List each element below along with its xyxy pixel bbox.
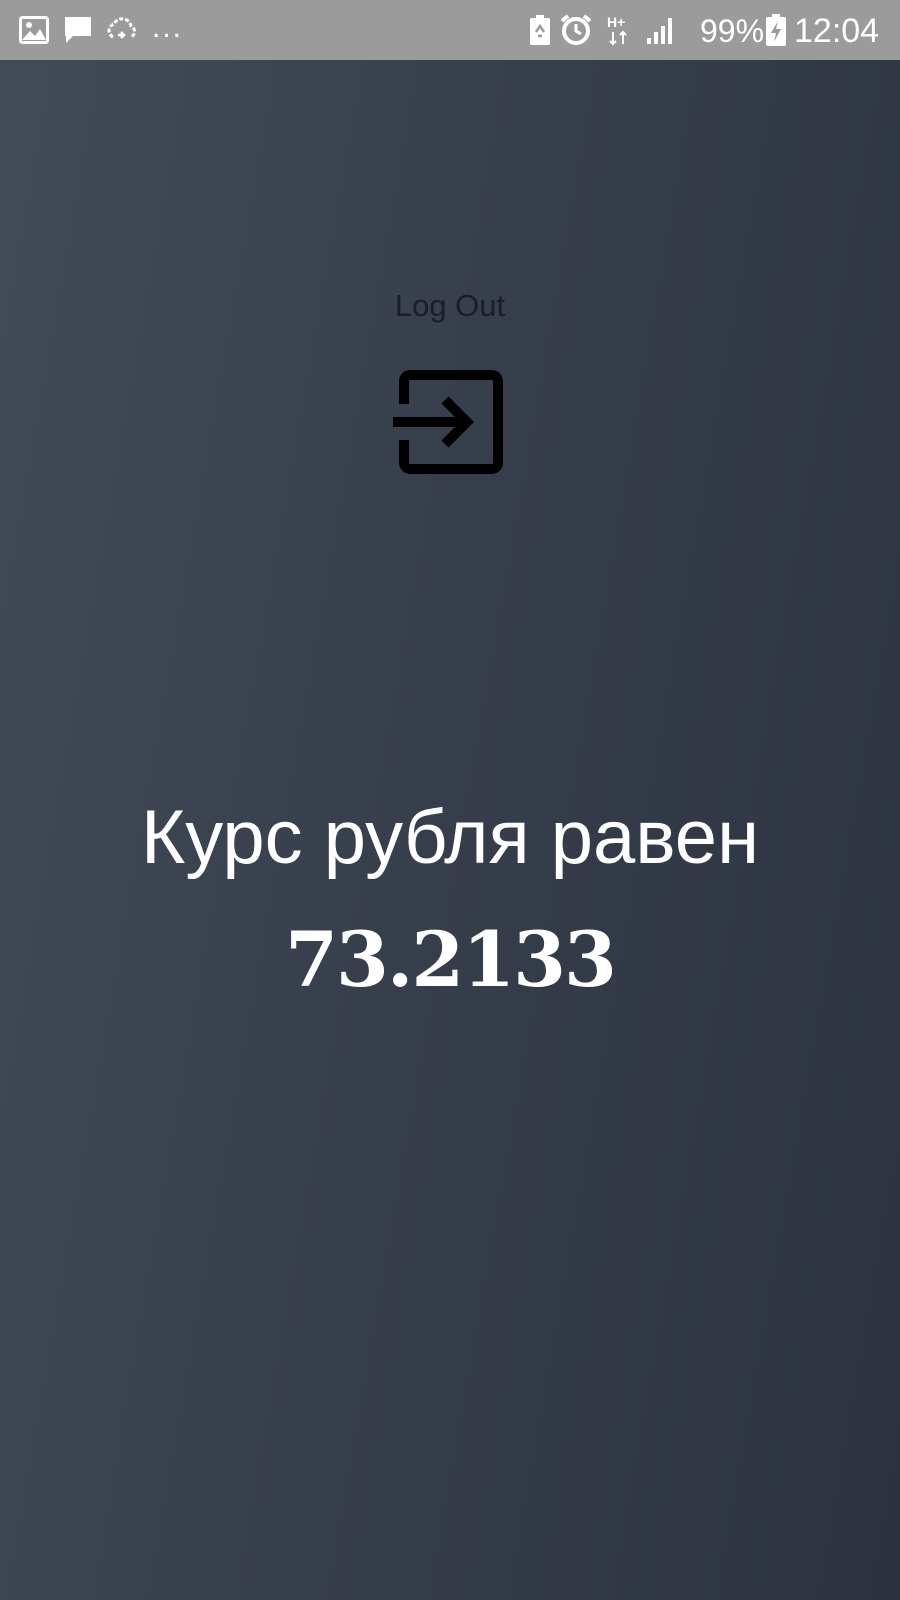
- battery-percent: 99%: [700, 13, 765, 49]
- status-bar: ... H+ 99% 12:04: [0, 0, 900, 60]
- rate-title: Курс рубля равен: [140, 795, 760, 880]
- status-overflow-indicator: ...: [152, 11, 184, 44]
- logout-button[interactable]: Log Out: [350, 280, 550, 490]
- battery-charging-icon: [764, 0, 788, 60]
- alarm-icon: [558, 0, 594, 60]
- sync-cloud-icon: [104, 0, 140, 60]
- signal-strength-icon: [644, 0, 678, 60]
- svg-text:H+: H+: [607, 14, 625, 30]
- battery-saver-icon: [528, 0, 552, 60]
- status-clock: 12:04: [794, 12, 880, 50]
- rate-value: 73.2133: [285, 915, 617, 1004]
- message-notification-icon: [62, 0, 94, 60]
- logout-icon[interactable]: [393, 364, 509, 480]
- logout-label: Log Out: [394, 288, 506, 323]
- network-hplus-icon: H+: [604, 0, 634, 60]
- image-notification-icon: [18, 0, 50, 60]
